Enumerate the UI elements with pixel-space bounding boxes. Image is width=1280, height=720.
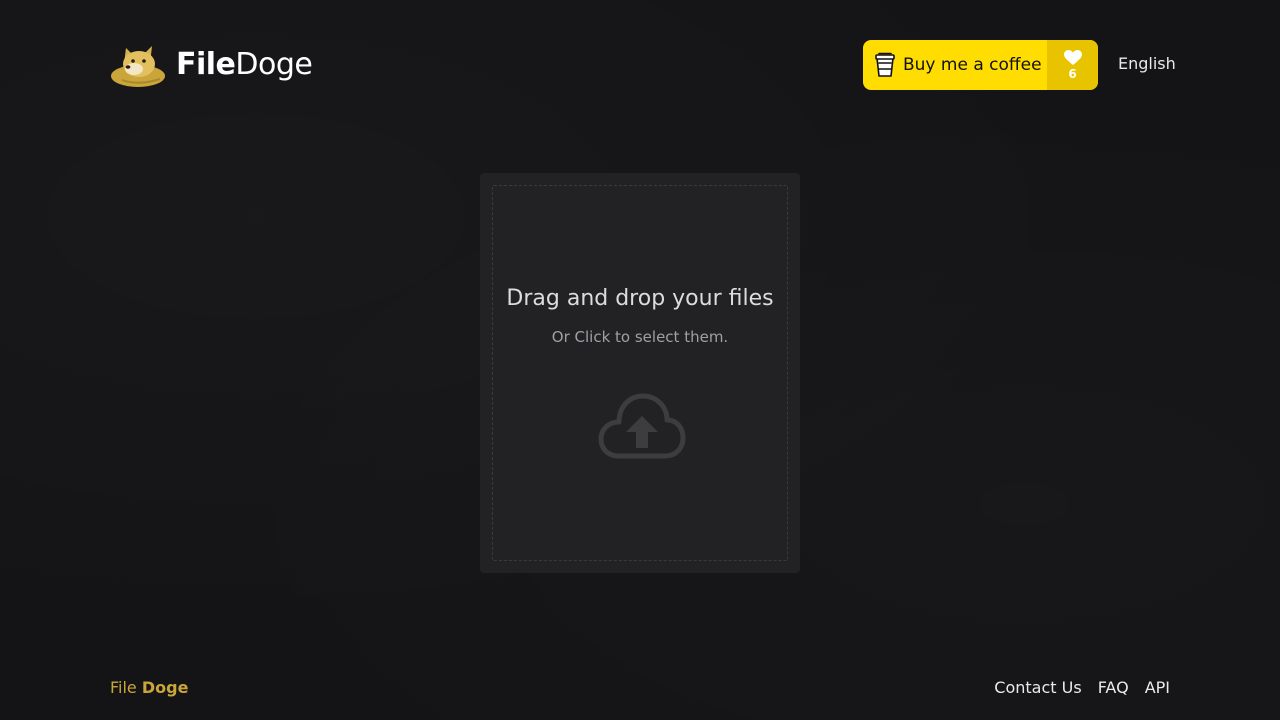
coffee-count: 6 [1068, 67, 1077, 81]
footer-links: Contact Us FAQ API [994, 678, 1170, 697]
dropzone-title: Drag and drop your files [506, 286, 774, 311]
footer-link-faq[interactable]: FAQ [1098, 678, 1129, 697]
footer-brand-bold: Doge [141, 678, 189, 697]
logo-text: FileDoge [176, 47, 313, 82]
coffee-button-label: Buy me a coffee [903, 55, 1042, 75]
footer-brand-light: File [110, 678, 137, 697]
file-dropzone[interactable]: Drag and drop your files Or Click to sel… [492, 185, 788, 561]
heart-icon [1063, 50, 1082, 65]
dropzone-subtitle: Or Click to select them. [551, 328, 729, 346]
buy-me-a-coffee-button[interactable]: Buy me a coffee 6 [863, 40, 1098, 90]
cloud-upload-icon [598, 393, 686, 459]
coffee-button-main[interactable]: Buy me a coffee [863, 40, 1047, 90]
footer-link-api[interactable]: API [1145, 678, 1170, 697]
logo-text-bold: File [176, 47, 236, 82]
dropzone-card: Drag and drop your files Or Click to sel… [480, 173, 800, 573]
page: FileDoge Buy me a coffee 6 English Drag … [0, 0, 1280, 720]
logo[interactable]: FileDoge [110, 42, 313, 88]
doge-icon [111, 46, 165, 87]
language-selector[interactable]: English [1118, 54, 1176, 73]
coffee-count-box: 6 [1047, 40, 1098, 90]
footer-link-contact-us[interactable]: Contact Us [994, 678, 1081, 697]
footer-brand: File Doge [110, 678, 188, 697]
coffee-cup-icon [875, 52, 895, 77]
logo-text-light: Doge [235, 47, 313, 82]
